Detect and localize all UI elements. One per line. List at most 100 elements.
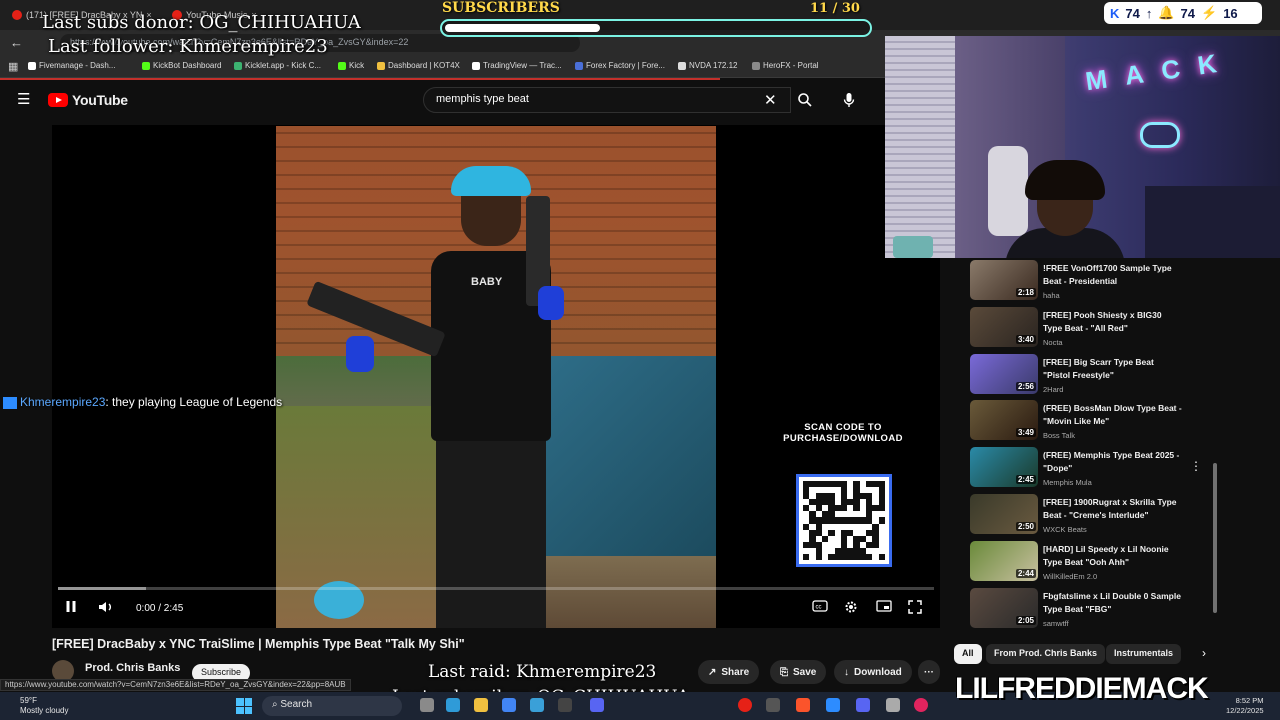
recommended-video[interactable]: 2:45 (FREE) Memphis Type Beat 2025 - "Dop… bbox=[970, 447, 1210, 491]
zoom-icon[interactable] bbox=[826, 698, 840, 712]
youtube-app-icon[interactable] bbox=[738, 698, 752, 712]
fullscreen-icon bbox=[908, 600, 922, 614]
search-input[interactable]: memphis type beat bbox=[423, 87, 791, 113]
recommended-title[interactable]: !FREE VonOff1700 Sample Type Beat - Pres… bbox=[1043, 262, 1183, 288]
subs-count: 16 bbox=[1223, 5, 1238, 21]
captions-icon: cc bbox=[812, 600, 828, 612]
discord-icon[interactable] bbox=[590, 698, 604, 712]
recommended-video[interactable]: 3:40 [FREE] Pooh Shiesty x BIG30 Type Bea… bbox=[970, 306, 1210, 351]
recommended-title[interactable]: Fbgfatslime x Lil Double 0 Sample Type B… bbox=[1043, 590, 1183, 616]
voice-search-button[interactable] bbox=[836, 88, 862, 112]
volume-button[interactable] bbox=[98, 600, 114, 617]
recommended-channel[interactable]: WillKilledEm 2.0 bbox=[1043, 572, 1097, 581]
search-button[interactable] bbox=[791, 87, 819, 113]
video-thumbnail[interactable]: 2:50 bbox=[970, 494, 1038, 534]
download-button[interactable]: ↓ Download bbox=[834, 660, 912, 684]
more-actions-button[interactable]: ··· bbox=[918, 660, 940, 684]
video-thumbnail[interactable]: 2:44 bbox=[970, 540, 1038, 581]
progress-bar[interactable] bbox=[58, 587, 934, 590]
task-view-icon[interactable] bbox=[420, 698, 434, 712]
bookmark[interactable]: HeroFX - Portal bbox=[752, 61, 819, 70]
recommended-channel[interactable]: Nocta bbox=[1043, 338, 1063, 347]
bookmark[interactable]: Kick bbox=[338, 61, 364, 70]
file-explorer-icon[interactable] bbox=[474, 698, 488, 712]
recommended-channel[interactable]: Boss Talk bbox=[1043, 431, 1075, 440]
video-thumbnail[interactable]: 3:49 bbox=[970, 400, 1038, 441]
chip-from-channel[interactable]: From Prod. Chris Banks bbox=[986, 644, 1106, 664]
recommended-video[interactable]: 2:18 !FREE VonOff1700 Sample Type Beat - … bbox=[970, 260, 1210, 304]
recommended-channel[interactable]: Memphis Mula bbox=[1043, 478, 1092, 487]
settings-button[interactable] bbox=[844, 600, 858, 617]
recommended-video[interactable]: 2:05 Fbgfatslime x Lil Double 0 Sample Ty… bbox=[970, 587, 1210, 632]
duration-badge: 2:18 bbox=[1015, 288, 1036, 297]
app-icon[interactable] bbox=[886, 698, 900, 712]
video-thumbnail[interactable]: 2:05 bbox=[970, 587, 1038, 628]
recommended-video[interactable]: 2:44 [HARD] Lil Speedy x Lil Noonie Type … bbox=[970, 540, 1210, 585]
bookmark[interactable]: Fivemanage - Dash... bbox=[28, 61, 115, 70]
vscode-icon[interactable] bbox=[530, 698, 544, 712]
fullscreen-button[interactable] bbox=[908, 600, 922, 617]
app-2-icon[interactable] bbox=[914, 698, 928, 712]
video-thumbnail[interactable]: 2:18 bbox=[970, 260, 1038, 300]
kick-followers-count: 74 bbox=[1125, 5, 1140, 21]
apps-grid-icon[interactable]: ▦ bbox=[8, 60, 18, 73]
share-button[interactable]: ↗ Share bbox=[698, 660, 760, 684]
chip-all[interactable]: All bbox=[954, 644, 982, 664]
menu-icon[interactable]: ☰ bbox=[17, 92, 30, 107]
recommended-title[interactable]: [FREE] Pooh Shiesty x BIG30 Type Beat - … bbox=[1043, 309, 1183, 335]
youtube-logo[interactable]: YouTube bbox=[48, 92, 128, 108]
obs-icon[interactable] bbox=[766, 698, 780, 712]
clock[interactable]: 8:52 PM 12/22/2025 bbox=[1226, 696, 1264, 716]
duration-badge: 2:05 bbox=[1015, 615, 1036, 625]
chevron-right-icon[interactable]: › bbox=[1202, 646, 1206, 660]
brave-icon[interactable] bbox=[796, 698, 810, 712]
neon-sign: MACK bbox=[1083, 45, 1237, 97]
chat-badge-icon bbox=[3, 396, 17, 409]
video-thumbnail[interactable]: 2:45 bbox=[970, 447, 1038, 488]
video-player[interactable]: BABY SCAN CODE TO PURCHASE/DOWNLOAD 0:00… bbox=[52, 125, 940, 628]
recommended-video[interactable]: 3:49 (FREE) BossMan Dlow Type Beat - "Mov… bbox=[970, 400, 1210, 444]
taskbar-search[interactable]: ⌕ Search bbox=[262, 696, 402, 716]
recommended-channel[interactable]: samwtff bbox=[1043, 619, 1069, 628]
weather-widget[interactable]: 59°F Mostly cloudy bbox=[20, 696, 68, 716]
pause-button[interactable] bbox=[65, 600, 77, 616]
captions-button[interactable]: cc bbox=[812, 600, 828, 615]
chip-instrumentals[interactable]: Instrumentals bbox=[1106, 644, 1182, 664]
recommended-title[interactable]: [FREE] 1900Rugrat x Skrilla Type Beat - … bbox=[1043, 496, 1183, 522]
recommended-video[interactable]: 2:56 [FREE] Big Scarr Type Beat "Pistol F… bbox=[970, 353, 1210, 398]
recommended-channel[interactable]: haha bbox=[1043, 291, 1060, 300]
channel-name[interactable]: Prod. Chris Banks bbox=[85, 662, 180, 674]
bookmark[interactable]: Forex Factory | Fore... bbox=[575, 61, 665, 70]
forexfactory-icon bbox=[575, 61, 583, 70]
video-thumbnail[interactable]: 2:56 bbox=[970, 353, 1038, 394]
windows-start-icon[interactable] bbox=[236, 698, 252, 714]
clear-search-icon[interactable]: ✕ bbox=[764, 91, 777, 109]
recommended-title[interactable]: (FREE) BossMan Dlow Type Beat - "Movin L… bbox=[1043, 402, 1183, 428]
bookmark[interactable]: Dashboard | KOT4X bbox=[377, 61, 460, 70]
screen: (171) [FREE] DracBaby x YN × YouTube Mus… bbox=[0, 0, 1280, 720]
terminal-icon[interactable] bbox=[558, 698, 572, 712]
bookmark[interactable]: KickBot Dashboard bbox=[142, 61, 221, 70]
back-arrow-icon[interactable]: ← bbox=[10, 35, 23, 50]
miniplayer-button[interactable] bbox=[876, 600, 892, 615]
bookmark[interactable]: TradingView — Trac... bbox=[472, 61, 562, 70]
subs-goal-fill bbox=[445, 24, 600, 32]
video-thumbnail[interactable]: 3:40 bbox=[970, 306, 1038, 347]
recommended-channel[interactable]: WXCK Beats bbox=[1043, 525, 1087, 534]
scrollbar[interactable] bbox=[1213, 463, 1217, 613]
chat-username: Khmerempire23 bbox=[20, 395, 106, 409]
duration-badge: 3:40 bbox=[1015, 334, 1036, 344]
bookmark[interactable]: Kicklet.app - Kick C... bbox=[234, 61, 321, 70]
more-options-icon[interactable]: ⋮ bbox=[1190, 459, 1202, 473]
recommended-video[interactable]: 2:50 [FREE] 1900Rugrat x Skrilla Type Bea… bbox=[970, 494, 1210, 538]
recommended-title[interactable]: [HARD] Lil Speedy x Lil Noonie Type Beat… bbox=[1043, 543, 1183, 569]
recommended-channel[interactable]: 2Hard bbox=[1043, 385, 1063, 394]
save-button[interactable]: ⎘ Save bbox=[770, 660, 827, 684]
chrome-icon[interactable] bbox=[502, 698, 516, 712]
recommended-title[interactable]: [FREE] Big Scarr Type Beat "Pistol Frees… bbox=[1043, 356, 1183, 382]
recommended-title[interactable]: (FREE) Memphis Type Beat 2025 - "Dope" bbox=[1043, 449, 1183, 475]
discord-2-icon[interactable] bbox=[856, 698, 870, 712]
stream-stats: K 74 ↑ 🔔 74 ⚡ 16 bbox=[1104, 2, 1262, 24]
edge-icon[interactable] bbox=[446, 698, 460, 712]
bookmark[interactable]: NVDA 172.12 bbox=[678, 61, 737, 70]
